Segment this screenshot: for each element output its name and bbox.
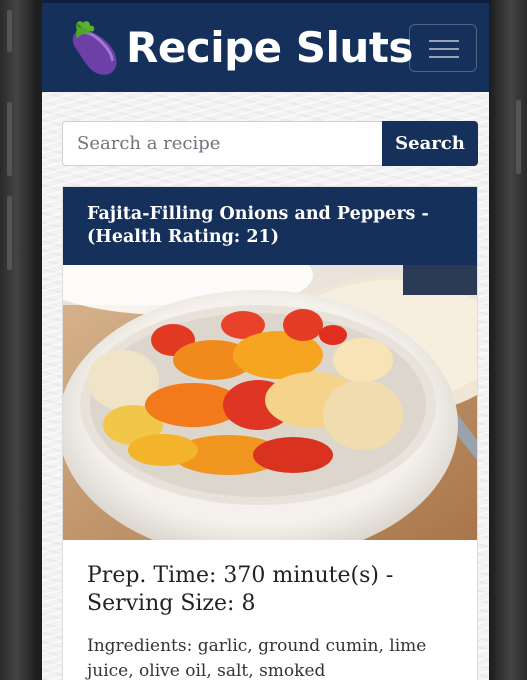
recipe-photo[interactable] bbox=[63, 265, 477, 540]
volume-down-button bbox=[7, 196, 12, 270]
search-form: Search bbox=[62, 121, 478, 166]
search-button[interactable]: Search bbox=[382, 121, 478, 166]
recipe-title[interactable]: Fajita-Filling Onions and Peppers - (Hea… bbox=[63, 187, 477, 265]
hamburger-line bbox=[429, 48, 459, 50]
recipe-photo-image bbox=[63, 265, 477, 540]
navbar: Recipe Sluts bbox=[42, 0, 489, 92]
ingredients-text: Ingredients: garlic, ground cumin, lime … bbox=[87, 636, 427, 680]
prep-time-serving: Prep. Time: 370 minute(s) - Serving Size… bbox=[87, 563, 394, 616]
device-frame: Recipe Sluts Search Fajita-Filling Onion… bbox=[0, 0, 527, 680]
navbar-toggler-button[interactable] bbox=[409, 24, 477, 72]
recipe-details: Prep. Time: 370 minute(s) - Serving Size… bbox=[63, 540, 477, 680]
recipe-card[interactable]: Fajita-Filling Onions and Peppers - (Hea… bbox=[62, 186, 478, 680]
power-button bbox=[516, 100, 521, 174]
eggplant-icon[interactable] bbox=[60, 17, 122, 79]
volume-up-button bbox=[7, 102, 12, 176]
mute-switch bbox=[7, 10, 12, 52]
search-input[interactable] bbox=[62, 121, 382, 166]
screen: Recipe Sluts Search Fajita-Filling Onion… bbox=[42, 0, 489, 680]
brand-title[interactable]: Recipe Sluts bbox=[126, 20, 413, 76]
hamburger-line bbox=[429, 56, 459, 58]
hamburger-menu-icon bbox=[429, 40, 459, 42]
